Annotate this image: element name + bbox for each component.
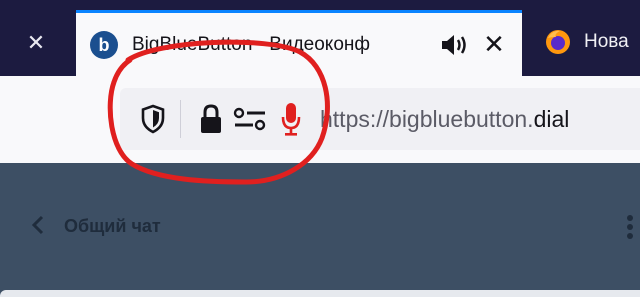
tab-bigbluebutton[interactable]: b BigBlueButton - Видеоконф ✕ bbox=[76, 10, 522, 76]
page-content: Общий чат bbox=[0, 163, 640, 297]
bigbluebutton-logo-icon: b bbox=[90, 31, 118, 59]
chevron-left-icon[interactable] bbox=[30, 214, 46, 236]
lock-icon[interactable] bbox=[198, 103, 224, 135]
url-bar-separator bbox=[180, 100, 181, 138]
tab-new-tab[interactable]: Нова bbox=[522, 10, 640, 76]
navigation-bar: https://bigbluebutton.dial bbox=[0, 76, 640, 163]
url-prefix: https://bigbluebutton. bbox=[320, 106, 534, 132]
shield-icon[interactable] bbox=[140, 104, 166, 134]
chat-title[interactable]: Общий чат bbox=[64, 214, 161, 238]
tab-title: BigBlueButton - Видеоконф bbox=[132, 34, 371, 55]
previous-tab-close-icon[interactable]: ✕ bbox=[20, 28, 52, 60]
speaker-icon[interactable] bbox=[440, 31, 470, 59]
tab-close-icon[interactable]: ✕ bbox=[480, 29, 508, 61]
more-vertical-icon[interactable] bbox=[626, 213, 634, 241]
permissions-icon[interactable] bbox=[233, 106, 267, 132]
firefox-logo-icon bbox=[546, 30, 570, 54]
url-bar[interactable]: https://bigbluebutton.dial bbox=[120, 88, 640, 150]
url-text[interactable]: https://bigbluebutton.dial bbox=[320, 102, 569, 136]
tab-strip: ✕ b BigBlueButton - Видеоконф ✕ Нова bbox=[0, 0, 640, 76]
microphone-icon[interactable] bbox=[280, 101, 302, 137]
url-domain: dial bbox=[533, 106, 570, 132]
tab-title: Нова bbox=[584, 31, 629, 52]
chat-panel bbox=[0, 290, 640, 297]
